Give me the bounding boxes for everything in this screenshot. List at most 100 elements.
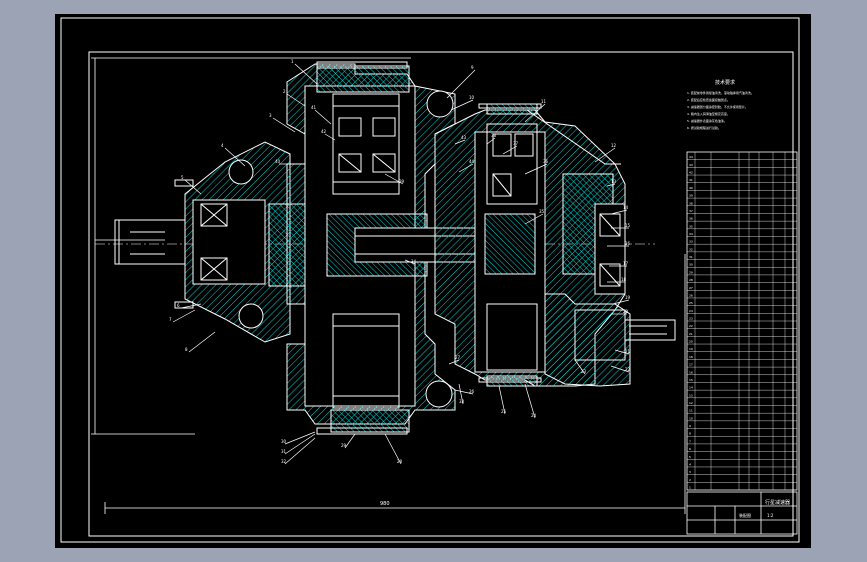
bom-row-number: 27 bbox=[689, 286, 693, 290]
bom-row-number: 7 bbox=[689, 439, 691, 443]
notes-title: 技术要求 bbox=[715, 79, 735, 86]
bom-row-number: 37 bbox=[689, 209, 693, 213]
part-label: 16 bbox=[625, 241, 631, 246]
bom-row-number: 41 bbox=[689, 178, 693, 182]
leader-line bbox=[446, 69, 476, 99]
note-1: 1. 装配前零件用煤油清洗，滚动轴承用汽油清洗。 bbox=[687, 90, 754, 95]
part-label: 28 bbox=[397, 459, 403, 464]
part-label: 7 bbox=[169, 317, 172, 322]
leader-line bbox=[172, 309, 196, 323]
overall-dimension-text: 980 bbox=[380, 501, 390, 507]
part-label: 12 bbox=[611, 143, 617, 148]
part-label: 44 bbox=[469, 159, 475, 164]
note-6: 6. 按试验规程进行试验。 bbox=[687, 125, 721, 130]
bom-row-number: 31 bbox=[689, 255, 693, 259]
part-label: 9 bbox=[471, 65, 474, 70]
bom-row-number: 16 bbox=[689, 370, 693, 374]
input-shaft bbox=[114, 219, 186, 265]
title-block-sheet: 装配图 bbox=[739, 512, 751, 518]
bom-row-number: 11 bbox=[689, 409, 693, 413]
bom-row-number: 21 bbox=[689, 332, 693, 336]
bom-row-number: 33 bbox=[689, 240, 693, 244]
part-label: 33 bbox=[459, 399, 465, 404]
assembly-drawing: 980 123456789101112131415161718192021222… bbox=[60, 17, 800, 543]
part-label: 30 bbox=[281, 439, 287, 444]
part-label: 39 bbox=[399, 179, 405, 184]
drawing-sheet: 980 1 2 3 4 5 6 7 8 9 10 11 12 13 14 15 … bbox=[55, 14, 811, 548]
part-label: 40 bbox=[275, 159, 281, 164]
part-label: 29 bbox=[341, 443, 347, 448]
bom-row-number: 5 bbox=[689, 455, 691, 459]
note-3: 3. 减速器剖分面涂密封胶，不允许使用垫片。 bbox=[687, 104, 748, 109]
bom-row-number: 36 bbox=[689, 217, 693, 221]
part-label: 13 bbox=[611, 179, 617, 184]
part-label: 21 bbox=[625, 349, 631, 354]
cad-viewport[interactable]: 980 1 2 3 4 5 6 7 8 9 10 11 12 13 14 15 … bbox=[0, 0, 867, 562]
part-label: 3 bbox=[269, 113, 272, 118]
bom-row-number: 22 bbox=[689, 324, 693, 328]
bom-row-number: 44 bbox=[689, 155, 693, 159]
bom-row-number: 32 bbox=[689, 247, 693, 251]
bom-row-number: 3 bbox=[689, 470, 691, 474]
part-label: 14 bbox=[623, 205, 629, 210]
bom-row-number: 15 bbox=[689, 378, 693, 382]
bom-row-number: 13 bbox=[689, 393, 693, 397]
bom-row-number: 6 bbox=[689, 447, 691, 451]
bom-row-number: 1 bbox=[689, 486, 691, 490]
bom-row-number: 10 bbox=[689, 416, 693, 420]
bom-row-number: 9 bbox=[689, 424, 691, 428]
bill-of-materials: 4443424140393837363534333231302928272625… bbox=[686, 151, 798, 491]
title-block-scale: 1:2 bbox=[767, 513, 774, 518]
part-label: 41 bbox=[311, 105, 317, 110]
bom-row-number: 12 bbox=[689, 401, 693, 405]
bom-row-number: 28 bbox=[689, 278, 693, 282]
part-label: 26 bbox=[469, 389, 475, 394]
bom-row-number: 38 bbox=[689, 201, 693, 205]
leader-line bbox=[188, 331, 216, 353]
bom-row-number: 29 bbox=[689, 270, 693, 274]
part-label: 36 bbox=[543, 159, 549, 164]
bom-row-number: 18 bbox=[689, 355, 693, 359]
part-label: 23 bbox=[581, 369, 587, 374]
part-label: 22 bbox=[625, 367, 631, 372]
note-4: 4. 箱内注入润滑油至规定高度。 bbox=[687, 111, 730, 116]
part-label: 10 bbox=[469, 95, 475, 100]
bom-row-number: 30 bbox=[689, 263, 693, 267]
bom-row-number: 39 bbox=[689, 194, 693, 198]
part-label: 1 bbox=[291, 59, 294, 64]
part-label: 31 bbox=[281, 449, 287, 454]
part-label: 32 bbox=[281, 459, 287, 464]
part-label: 27 bbox=[455, 355, 461, 360]
part-label: 37 bbox=[513, 141, 519, 146]
part-label: 43 bbox=[461, 135, 467, 140]
technical-notes: 技术要求 1. 装配前零件用煤油清洗，滚动轴承用汽油清洗。 2. 装配后应检查齿… bbox=[687, 79, 754, 130]
bom-row-number: 34 bbox=[689, 232, 693, 236]
part-label: 19 bbox=[625, 295, 631, 300]
bom-row-number: 24 bbox=[689, 309, 693, 313]
part-label: 11 bbox=[541, 99, 547, 104]
part-label: 6 bbox=[177, 303, 180, 308]
output-shaft bbox=[624, 319, 676, 341]
part-label: 17 bbox=[623, 261, 629, 266]
note-2: 2. 装配后应检查齿面接触斑点。 bbox=[687, 97, 730, 102]
bom-row-number: 4 bbox=[689, 462, 691, 466]
bom-row-number: 25 bbox=[689, 301, 693, 305]
part-label: 8 bbox=[185, 347, 188, 352]
part-label: 42 bbox=[321, 129, 327, 134]
part-label: 5 bbox=[181, 175, 184, 180]
bom-row-number: 8 bbox=[689, 432, 691, 436]
part-label: 38 bbox=[491, 133, 497, 138]
bom-row-number: 23 bbox=[689, 317, 693, 321]
bom-row-number: 35 bbox=[689, 224, 693, 228]
part-label: 25 bbox=[501, 409, 507, 414]
bom-row-number: 40 bbox=[689, 186, 693, 190]
leader-line bbox=[344, 433, 356, 449]
title-block-title: 行星减速器 bbox=[765, 499, 790, 506]
bom-row-number: 19 bbox=[689, 347, 693, 351]
part-label: 2 bbox=[283, 89, 286, 94]
part-label: 20 bbox=[623, 309, 629, 314]
part-label: 35 bbox=[539, 209, 545, 214]
bom-row-number: 26 bbox=[689, 293, 693, 297]
bom-row-number: 2 bbox=[689, 478, 691, 482]
bom-row-number: 43 bbox=[689, 163, 693, 167]
